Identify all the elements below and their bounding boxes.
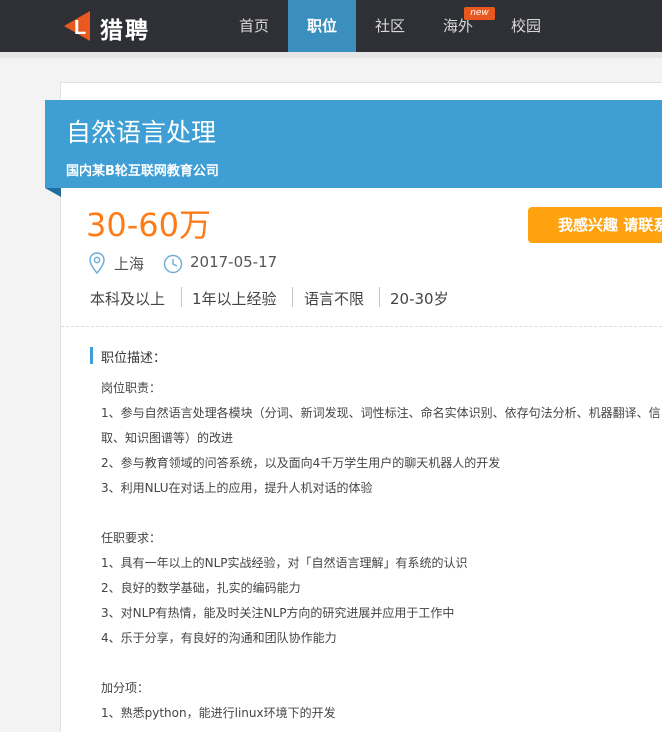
clock-icon <box>163 254 183 274</box>
desc-line: 任职要求： <box>101 531 162 545</box>
nav-item-community[interactable]: 社区 <box>362 0 418 52</box>
req-degree: 本科及以上 <box>90 290 166 308</box>
desc-line: 2、良好的数学基础，扎实的编码能力 <box>101 581 301 595</box>
desc-line: 1、参与自然语言处理各模块（分词、新词发现、词性标注、命名实体识别、依存句法分析… <box>101 406 661 420</box>
req-separator <box>181 287 182 307</box>
desc-line: 1、具有一年以上的NLP实战经验，对「自然语言理解」有系统的认识 <box>101 556 468 570</box>
req-age: 20-30岁 <box>390 290 449 308</box>
req-language: 语言不限 <box>304 290 365 308</box>
section-title: 职位描述： <box>101 351 167 366</box>
location-text: 上海 <box>114 255 145 273</box>
banner-fold <box>45 188 61 197</box>
desc-line: 1、熟悉python，能进行linux环境下的开发 <box>101 706 336 720</box>
desc-line: 岗位职责： <box>101 381 162 395</box>
section-marker <box>90 347 93 364</box>
desc-line: 3、利用NLU在对话上的应用，提升人机对话的体验 <box>101 481 373 495</box>
desc-line: 3、对NLP有热情，能及时关注NLP方向的研究进展并应用于工作中 <box>101 606 455 620</box>
desc-line: 取、知识图谱等）的改进 <box>101 431 234 445</box>
apply-button[interactable]: 我感兴趣 请联系 <box>528 207 662 243</box>
post-date: 2017-05-17 <box>190 253 278 271</box>
svg-text:L: L <box>74 17 86 39</box>
desc-line: 2、参与教育领域的问答系统，以及面向4千万学生用户的聊天机器人的开发 <box>101 456 501 470</box>
location-pin-icon <box>89 252 105 274</box>
salary: 30-60万 <box>86 206 211 244</box>
nav-item-campus[interactable]: 校园 <box>498 0 554 52</box>
nav-item-home[interactable]: 首页 <box>226 0 282 52</box>
company-name[interactable]: 国内某B轮互联网教育公司 <box>66 160 219 179</box>
req-separator <box>292 287 293 307</box>
desc-line: 4、乐于分享，有良好的沟通和团队协作能力 <box>101 631 337 645</box>
divider <box>61 326 662 327</box>
top-nav: L 猎聘 首页 职位 社区 海外 校园 new <box>0 0 662 52</box>
nav-item-jobs[interactable]: 职位 <box>288 0 356 52</box>
liepin-logo-icon[interactable]: L <box>60 9 96 43</box>
req-experience: 1年以上经验 <box>192 290 277 308</box>
new-badge: new <box>464 7 495 20</box>
job-title: 自然语言处理 <box>66 118 217 147</box>
nav-underline <box>0 52 662 58</box>
logo-text[interactable]: 猎聘 <box>100 11 150 45</box>
req-separator <box>379 287 380 307</box>
desc-line: 加分项： <box>101 681 150 695</box>
